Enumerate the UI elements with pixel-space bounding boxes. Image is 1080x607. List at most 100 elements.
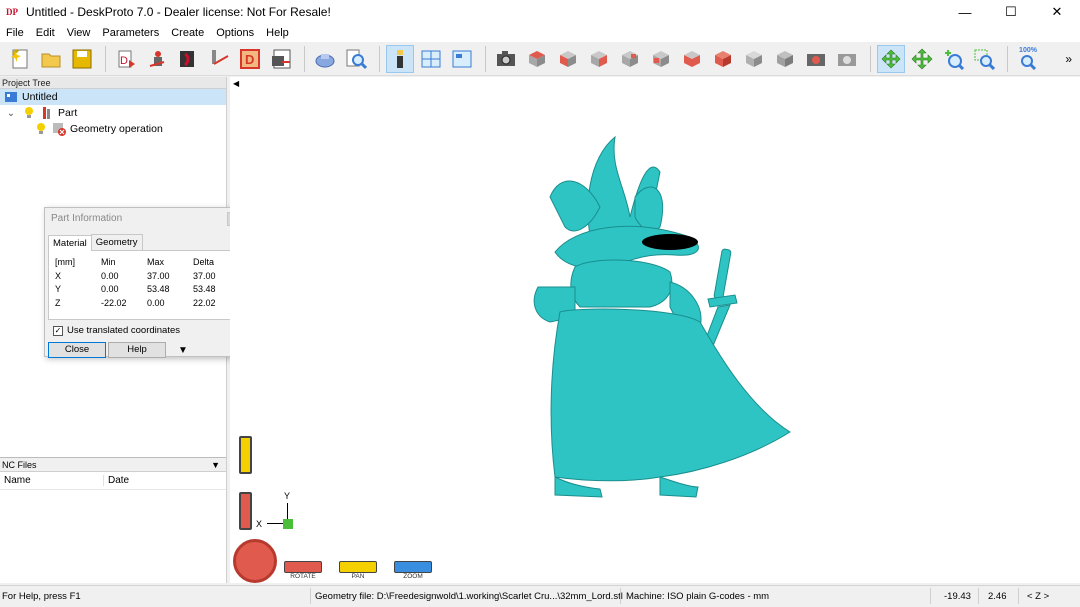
- nc-files-title: NC Files: [2, 460, 37, 470]
- row-max: 0.00: [147, 297, 165, 308]
- view-iso-red-button[interactable]: [709, 45, 737, 73]
- dialog-titlebar[interactable]: Part Information: [45, 208, 245, 228]
- render-button[interactable]: [802, 45, 830, 73]
- dropdown-arrow-icon[interactable]: ▼: [211, 458, 220, 471]
- close-dialog-button[interactable]: Close: [48, 342, 106, 358]
- pan-control[interactable]: PAN: [339, 561, 377, 580]
- toolbar-separator: [105, 45, 106, 72]
- cube-back-icon: [622, 50, 638, 67]
- status-help: For Help, press F1: [2, 591, 81, 602]
- zoom-in-button[interactable]: [939, 45, 967, 73]
- single-view-button[interactable]: [448, 45, 476, 73]
- menu-edit[interactable]: Edit: [30, 27, 61, 39]
- menu-view[interactable]: View: [61, 27, 97, 39]
- menu-parameters[interactable]: Parameters: [96, 27, 165, 39]
- column-header: Min: [101, 257, 116, 267]
- view-left-button[interactable]: [647, 45, 675, 73]
- row-max: 37.00: [147, 270, 170, 281]
- cube-front-icon: [560, 50, 576, 67]
- table-row: Y 0.00 53.48 53.48: [55, 284, 241, 298]
- new-file-button[interactable]: [6, 45, 34, 73]
- view-front-button[interactable]: [554, 45, 582, 73]
- help-button[interactable]: Help: [108, 342, 166, 358]
- view-top-button[interactable]: [523, 45, 551, 73]
- rotate-mode-button[interactable]: [877, 44, 905, 73]
- status-separator: [1018, 588, 1019, 604]
- toolpath-icon: [212, 49, 229, 65]
- geometry-parameters-button[interactable]: [174, 45, 202, 73]
- view-back-button[interactable]: [616, 45, 644, 73]
- close-button[interactable]: ✕: [1034, 0, 1080, 24]
- save-nc-button[interactable]: [267, 45, 295, 73]
- create-operation-button[interactable]: D: [236, 45, 264, 73]
- view-iso-button[interactable]: [740, 45, 768, 73]
- column-header: [mm]: [55, 257, 75, 267]
- pan-label: PAN: [351, 573, 365, 580]
- view-bottom-button[interactable]: [678, 45, 706, 73]
- toolpath-button[interactable]: [205, 45, 233, 73]
- zoom-100-button[interactable]: 100%: [1014, 45, 1042, 73]
- cube-right-icon: [591, 50, 607, 67]
- status-separator: [310, 588, 311, 604]
- vertical-zoom-slider[interactable]: [239, 436, 252, 474]
- geometry-parameters-icon: [180, 50, 194, 67]
- tree-item-geometry-operation[interactable]: Geometry operation: [0, 121, 226, 137]
- cube-iso-icon: [746, 50, 762, 67]
- rotate-dial[interactable]: [233, 539, 277, 583]
- render-grey-button[interactable]: [833, 45, 861, 73]
- axis-x-label: X: [256, 519, 263, 529]
- chevron-down-icon[interactable]: ⌄: [4, 106, 18, 120]
- vertical-rotate-slider[interactable]: [239, 492, 252, 530]
- split-view-button[interactable]: [417, 45, 445, 73]
- axis-indicator: Y X: [255, 491, 300, 536]
- zoom-control[interactable]: ZOOM: [394, 561, 432, 580]
- axis-y-label: Y: [284, 491, 291, 501]
- tab-geometry[interactable]: Geometry: [90, 234, 143, 250]
- expand-down-icon[interactable]: ▼: [178, 345, 188, 356]
- column-header-name[interactable]: Name: [0, 475, 104, 486]
- part-info-table: [mm] Min Max Delta X 0.00 37.00 37.00 Y …: [48, 250, 242, 320]
- preview-button[interactable]: [342, 45, 370, 73]
- part-parameters-button[interactable]: [143, 45, 171, 73]
- create-operation-icon: D: [240, 48, 260, 69]
- menu-file[interactable]: File: [0, 27, 30, 39]
- import-part-button[interactable]: D: [112, 45, 140, 73]
- table-row: X 0.00 37.00 37.00: [55, 271, 241, 285]
- zoom-window-icon: [974, 49, 995, 70]
- toolbar-overflow-chevron-icon[interactable]: »: [1065, 52, 1072, 66]
- toolbar-separator: [304, 45, 305, 72]
- maximize-button[interactable]: ☐: [988, 0, 1034, 24]
- zoom-window-button[interactable]: [970, 45, 998, 73]
- simulation-button[interactable]: [311, 45, 339, 73]
- menu-help[interactable]: Help: [260, 27, 295, 39]
- view-grey-button[interactable]: [771, 45, 799, 73]
- camera-view-button[interactable]: [492, 45, 520, 73]
- magnifier-page-icon: [346, 49, 367, 69]
- pan-mode-button[interactable]: [908, 45, 936, 73]
- zoom-fit-icon: [1021, 55, 1037, 70]
- column-header-date[interactable]: Date: [104, 475, 129, 486]
- translated-coordinates-checkbox[interactable]: ✓: [53, 325, 63, 336]
- tree-item-label: Geometry operation: [70, 123, 163, 135]
- pan-arrows-icon: [911, 48, 933, 69]
- camera-icon: [497, 50, 515, 66]
- part-info-button[interactable]: [386, 44, 414, 73]
- rotate-control[interactable]: ROTATE: [284, 561, 322, 580]
- view-right-button[interactable]: [585, 45, 613, 73]
- 3d-viewport[interactable]: ◀ Y X ROTATE PAN ZOOM: [230, 77, 1080, 583]
- project-tree-header: Project Tree: [0, 77, 226, 89]
- tab-material[interactable]: Material: [48, 235, 92, 251]
- lightbulb-icon[interactable]: [34, 122, 48, 136]
- part-information-dialog: Part Information Material Geometry [mm] …: [44, 207, 246, 358]
- open-file-button[interactable]: [37, 45, 65, 73]
- menu-create[interactable]: Create: [165, 27, 210, 39]
- tree-item-label: Untitled: [22, 91, 58, 103]
- lightbulb-icon[interactable]: [22, 106, 36, 120]
- tree-item-part[interactable]: ⌄ Part: [0, 105, 226, 121]
- checkbox-label: Use translated coordinates: [67, 325, 181, 336]
- tree-item-untitled[interactable]: Untitled: [0, 89, 226, 105]
- rotate-arrows-icon: [881, 49, 901, 68]
- save-file-button[interactable]: [68, 45, 96, 73]
- menu-options[interactable]: Options: [210, 27, 260, 39]
- minimize-button[interactable]: —: [942, 0, 988, 24]
